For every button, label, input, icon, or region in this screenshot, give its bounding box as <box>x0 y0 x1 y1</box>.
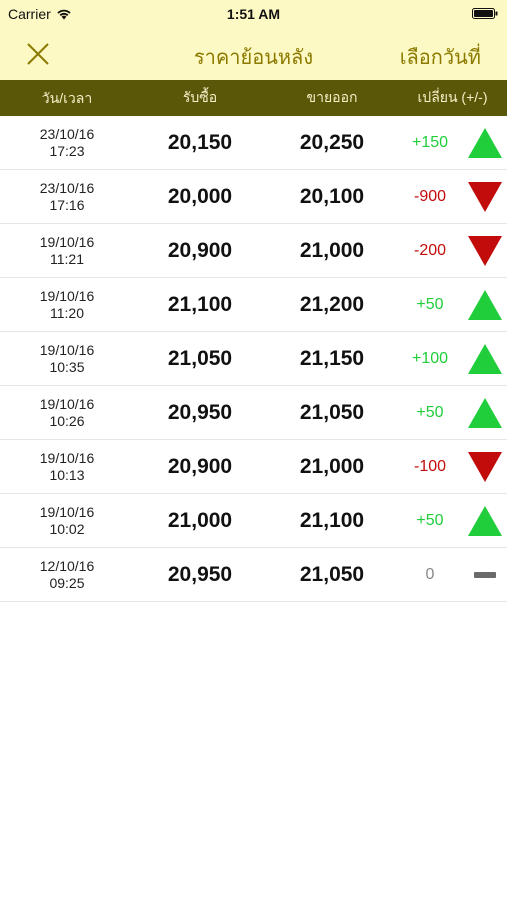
row-sell-price: 20,250 <box>299 130 365 154</box>
row-change: +150 <box>411 133 449 151</box>
row-time: 17:16 <box>49 196 85 213</box>
price-history-list: 23/10/16 17:23 20,150 20,250 +150 23/10/16 17:… <box>0 116 507 602</box>
row-buy-price: 20,950 <box>167 400 233 424</box>
row-time: 10:13 <box>49 466 85 483</box>
row-buy-price: 21,050 <box>167 346 233 370</box>
row-datetime: 19/10/16 10:13 <box>0 450 134 484</box>
triangle-up-icon <box>467 343 502 374</box>
row-trend-indicator <box>462 451 507 482</box>
triangle-down-icon <box>467 181 502 212</box>
table-row: 19/10/16 10:35 21,050 21,150 +100 <box>0 332 507 386</box>
row-sell-price: 21,100 <box>299 508 365 532</box>
row-buy-price: 20,950 <box>167 562 233 586</box>
row-trend-indicator <box>462 235 507 266</box>
row-sell-price: 20,100 <box>299 184 365 208</box>
row-datetime: 23/10/16 17:16 <box>0 180 134 214</box>
row-datetime: 19/10/16 11:20 <box>0 288 134 322</box>
row-change: +100 <box>411 349 449 367</box>
row-change: 0 <box>425 565 435 583</box>
row-time: 09:25 <box>49 574 85 591</box>
triangle-down-icon <box>467 235 502 266</box>
dash-icon <box>473 571 496 578</box>
nav-bar: ราคาย้อนหลัง เลือกวันที่ <box>0 28 507 80</box>
triangle-up-icon <box>467 397 502 428</box>
row-date: 19/10/16 <box>39 341 95 358</box>
status-bar: Carrier 1:51 AM <box>0 0 507 28</box>
row-sell-price: 21,000 <box>299 454 365 478</box>
row-trend-indicator <box>462 505 507 536</box>
row-time: 11:20 <box>50 304 84 321</box>
triangle-up-icon <box>467 289 502 320</box>
row-sell-price: 21,150 <box>299 346 365 370</box>
header-sell: ขายออก <box>306 89 358 105</box>
header-datetime: วัน/เวลา <box>41 89 93 106</box>
select-date-button[interactable]: เลือกวันที่ <box>400 41 481 73</box>
triangle-up-icon <box>467 505 502 536</box>
row-trend-indicator <box>462 397 507 428</box>
row-time: 11:21 <box>50 250 84 267</box>
table-row: 19/10/16 10:26 20,950 21,050 +50 <box>0 386 507 440</box>
header-buy: รับซื้อ <box>182 89 218 105</box>
header-change: เปลี่ยน (+/-) <box>417 89 488 105</box>
table-row: 12/10/16 09:25 20,950 21,050 0 <box>0 548 507 602</box>
row-date: 19/10/16 <box>39 395 95 412</box>
row-time: 10:26 <box>49 412 85 429</box>
row-date: 19/10/16 <box>39 449 95 466</box>
row-time: 17:23 <box>49 142 85 159</box>
top-bar: Carrier 1:51 AM ราคาย้อนหลัง เลือกวันที่ <box>0 0 507 80</box>
status-time: 1:51 AM <box>226 6 281 22</box>
row-trend-indicator <box>462 127 507 158</box>
table-row: 19/10/16 10:13 20,900 21,000 -100 <box>0 440 507 494</box>
row-sell-price: 21,050 <box>299 562 365 586</box>
row-buy-price: 20,900 <box>167 454 233 478</box>
row-change: -200 <box>413 241 447 259</box>
row-buy-price: 20,150 <box>167 130 233 154</box>
row-date: 19/10/16 <box>39 233 95 250</box>
triangle-down-icon <box>467 451 502 482</box>
row-buy-price: 20,000 <box>167 184 233 208</box>
row-buy-price: 21,000 <box>167 508 233 532</box>
table-row: 19/10/16 11:21 20,900 21,000 -200 <box>0 224 507 278</box>
row-date: 19/10/16 <box>39 287 95 304</box>
table-row: 19/10/16 11:20 21,100 21,200 +50 <box>0 278 507 332</box>
table-row: 23/10/16 17:23 20,150 20,250 +150 <box>0 116 507 170</box>
row-trend-indicator <box>462 571 507 578</box>
row-trend-indicator <box>462 343 507 374</box>
row-buy-price: 21,100 <box>167 292 233 316</box>
row-change: +50 <box>416 295 444 313</box>
row-sell-price: 21,050 <box>299 400 365 424</box>
triangle-up-icon <box>467 127 502 158</box>
row-buy-price: 20,900 <box>167 238 233 262</box>
row-date: 12/10/16 <box>39 557 95 574</box>
row-datetime: 19/10/16 10:35 <box>0 342 134 376</box>
row-change: +50 <box>416 511 444 529</box>
row-datetime: 23/10/16 17:23 <box>0 126 134 160</box>
row-trend-indicator <box>462 181 507 212</box>
battery-icon <box>472 8 498 19</box>
row-sell-price: 21,200 <box>299 292 365 316</box>
row-trend-indicator <box>462 289 507 320</box>
row-datetime: 19/10/16 11:21 <box>0 234 134 268</box>
table-row: 19/10/16 10:02 21,000 21,100 +50 <box>0 494 507 548</box>
row-datetime: 12/10/16 09:25 <box>0 558 134 592</box>
row-change: -100 <box>413 457 447 475</box>
row-date: 23/10/16 <box>39 125 95 142</box>
table-header: วัน/เวลา รับซื้อ ขายออก เปลี่ยน (+/-) <box>0 80 507 116</box>
row-datetime: 19/10/16 10:02 <box>0 504 134 538</box>
row-datetime: 19/10/16 10:26 <box>0 396 134 430</box>
row-change: -900 <box>413 187 447 205</box>
table-row: 23/10/16 17:16 20,000 20,100 -900 <box>0 170 507 224</box>
row-change: +50 <box>416 403 444 421</box>
row-date: 19/10/16 <box>39 503 95 520</box>
row-sell-price: 21,000 <box>299 238 365 262</box>
row-date: 23/10/16 <box>39 179 95 196</box>
row-time: 10:02 <box>49 520 85 537</box>
row-time: 10:35 <box>49 358 85 375</box>
